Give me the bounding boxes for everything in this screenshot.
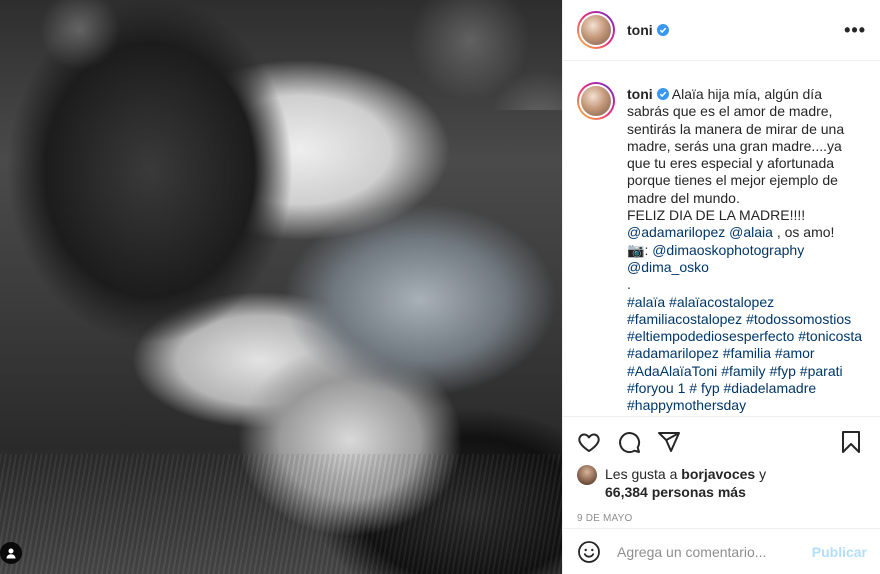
post-panel: toni ••• toni Alaïa hija mía, algún día … xyxy=(562,0,880,574)
hashtag-link[interactable]: #alaïacostalopez xyxy=(669,294,774,310)
share-icon[interactable] xyxy=(657,430,681,454)
likes-mid: y xyxy=(755,466,767,482)
hashtag-link[interactable]: #familia xyxy=(723,345,771,361)
verified-icon xyxy=(656,24,669,36)
hashtag-link[interactable]: #amor xyxy=(775,345,815,361)
hashtag-link[interactable]: #diadelamadre xyxy=(724,380,817,396)
likes-summary: Les gusta a borjavoces y 66,384 personas… xyxy=(577,465,867,501)
mention-link[interactable]: @alaia xyxy=(729,224,773,240)
emoji-icon[interactable] xyxy=(577,540,601,564)
hashtag-link[interactable]: #tonicosta xyxy=(798,328,862,344)
likes-count[interactable]: 66,384 personas más xyxy=(605,484,746,500)
post-date[interactable]: 9 DE MAYO xyxy=(577,513,867,524)
caption-text: toni Alaïa hija mía, algún día sabrás qu… xyxy=(627,86,867,415)
caption-dot: . xyxy=(627,276,631,293)
mention-link[interactable]: @dimaoskophotography xyxy=(652,242,804,258)
photo-grass xyxy=(0,454,562,574)
liker-avatar[interactable] xyxy=(577,465,597,485)
post-header: toni ••• xyxy=(563,0,880,61)
hashtag-link[interactable]: #happymothersday xyxy=(627,397,746,413)
caption-greeting: FELIZ DIA DE LA MADRE!!!! xyxy=(627,207,806,224)
action-icons xyxy=(577,419,867,465)
hashtag-link[interactable]: #family xyxy=(721,363,765,379)
more-icon[interactable]: ••• xyxy=(844,20,866,41)
mention-link[interactable]: @adamarilopez xyxy=(627,224,725,240)
liker-username[interactable]: borjavoces xyxy=(681,466,755,482)
photo-background xyxy=(0,0,562,110)
caption-text-tail: , os amo! xyxy=(772,224,835,241)
likes-prefix: Les gusta a xyxy=(605,466,682,482)
hashtag-link[interactable]: #fyp xyxy=(769,363,795,379)
caption-username[interactable]: toni xyxy=(627,86,653,102)
hashtag-link[interactable]: #parati xyxy=(800,363,843,379)
author-username[interactable]: toni xyxy=(627,22,669,38)
comment-icon[interactable] xyxy=(617,430,641,454)
publish-button[interactable]: Publicar xyxy=(812,544,867,560)
bookmark-icon[interactable] xyxy=(839,430,863,454)
hashtag-link[interactable]: #adamarilopez xyxy=(627,345,719,361)
caption-avatar[interactable] xyxy=(577,82,615,120)
hashtag-link[interactable]: #todossomostios xyxy=(746,311,851,327)
caption: toni Alaïa hija mía, algún día sabrás qu… xyxy=(577,82,867,415)
add-comment-bar: Agrega un comentario... Publicar xyxy=(563,528,880,574)
heart-icon[interactable] xyxy=(577,430,601,454)
user-tag-icon[interactable] xyxy=(0,542,22,564)
comment-input[interactable]: Agrega un comentario... xyxy=(617,544,812,560)
hashtag-link[interactable]: #alaïa xyxy=(627,294,665,310)
likes-text: Les gusta a borjavoces y 66,384 personas… xyxy=(605,465,766,501)
comments-area: toni Alaïa hija mía, algún día sabrás qu… xyxy=(563,62,880,415)
caption-body: Alaïa hija mía, algún día sabrás que es … xyxy=(627,86,845,206)
hashtag-link[interactable]: #eltiempodediosesperfecto xyxy=(627,328,794,344)
post-photo[interactable] xyxy=(0,0,562,574)
mention-link[interactable]: @dima_osko xyxy=(627,259,709,275)
hashtag-link[interactable]: #AdaAlaïaToni xyxy=(627,363,717,379)
author-avatar[interactable] xyxy=(577,11,615,49)
verified-icon xyxy=(656,88,669,100)
hashtag-link[interactable]: 1 # fyp xyxy=(678,380,720,396)
hashtag-link[interactable]: #familiacostalopez xyxy=(627,311,742,327)
camera-icon: 📷 xyxy=(627,241,645,258)
hashtag-link[interactable]: #foryou xyxy=(627,380,674,396)
